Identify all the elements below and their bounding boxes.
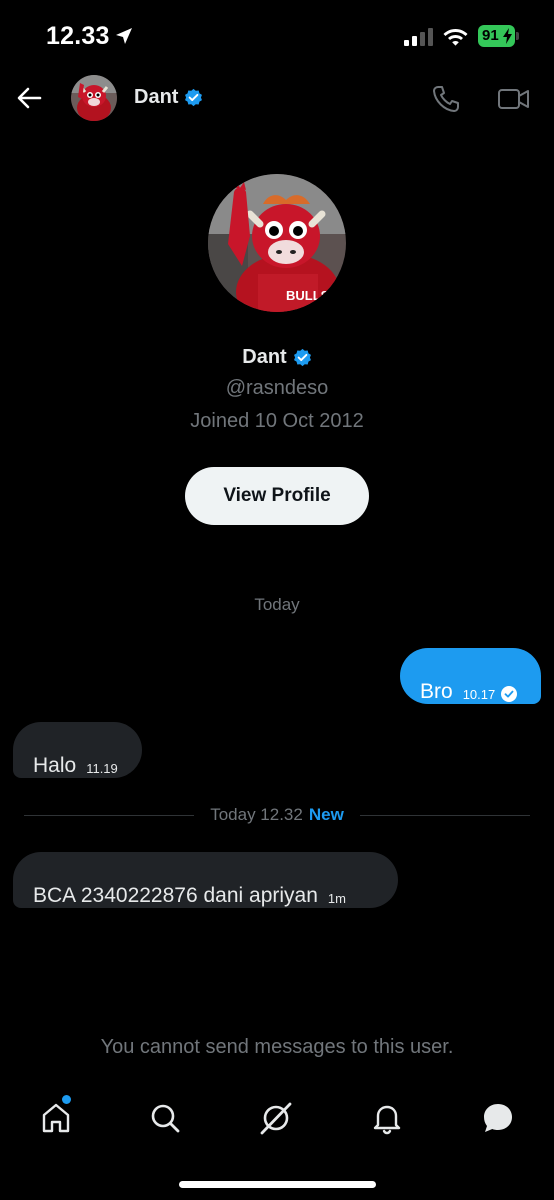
divider-timestamp: Today 12.32 [210, 805, 303, 824]
cellular-signal-icon [404, 28, 433, 46]
location-arrow-icon [116, 28, 132, 44]
grok-icon[interactable] [258, 1100, 294, 1136]
header-title[interactable]: Dant [134, 86, 203, 109]
new-badge: New [308, 805, 344, 824]
divider-line [24, 814, 195, 816]
message-text: BCA 2340222876 dani apriyan [33, 884, 318, 907]
mascot-avatar-image [71, 75, 117, 121]
notifications-bell-icon[interactable] [369, 1100, 405, 1136]
phone-icon[interactable] [431, 84, 461, 114]
video-camera-icon[interactable] [497, 85, 531, 113]
dm-conversation-screen: 12.33 91 Dant BULLS Dant @rasndeso Joine… [0, 0, 554, 1200]
message-bubble-incoming[interactable]: Halo 11.19 [13, 722, 142, 778]
profile-name: Dant [242, 346, 287, 368]
view-profile-button[interactable]: View Profile [185, 467, 369, 525]
status-bar: 12.33 91 [0, 0, 554, 72]
status-time: 12.33 [46, 22, 110, 50]
profile-name-row: Dant [0, 346, 554, 369]
profile-avatar[interactable]: BULLS [208, 174, 346, 312]
home-indicator[interactable] [179, 1181, 376, 1188]
messages-icon[interactable] [480, 1100, 516, 1136]
message-bubble-incoming[interactable]: BCA 2340222876 dani apriyan 1m [13, 852, 398, 908]
wifi-icon [443, 29, 468, 46]
profile-card: BULLS Dant @rasndeso Joined 10 Oct 2012 … [0, 174, 554, 525]
conversation-header: Dant [0, 72, 554, 126]
home-notification-dot [62, 1095, 71, 1104]
verified-badge-icon [293, 348, 311, 367]
divider-line [359, 814, 531, 816]
bottom-navigation [0, 1088, 554, 1148]
svg-text:BULLS: BULLS [286, 288, 330, 303]
home-icon[interactable] [38, 1100, 74, 1136]
message-time: 11.19 [86, 761, 118, 776]
message-bubble-outgoing[interactable]: Bro 10.17 [400, 648, 541, 704]
new-messages-divider: Today 12.32 New [24, 804, 531, 826]
day-separator: Today [254, 595, 300, 614]
back-arrow-icon[interactable] [16, 85, 42, 111]
verified-badge-icon [185, 88, 203, 107]
profile-handle: @rasndeso [225, 377, 329, 399]
battery-level: 91 [482, 27, 499, 44]
header-name: Dant [134, 86, 179, 108]
header-avatar[interactable] [71, 75, 117, 121]
profile-joined-date: Joined 10 Oct 2012 [190, 410, 364, 432]
battery-charging-icon [503, 28, 512, 44]
message-text: Halo [33, 754, 77, 777]
mascot-profile-image: BULLS [208, 174, 346, 312]
message-text: Bro [420, 680, 453, 703]
read-receipt-check-icon [501, 686, 518, 702]
divider-label: Today 12.32 New [194, 805, 360, 825]
message-time: 10.17 [462, 687, 496, 702]
cannot-send-notice: You cannot send messages to this user. [100, 1036, 454, 1058]
battery-cap [516, 32, 519, 40]
battery-indicator: 91 [478, 25, 515, 47]
search-icon[interactable] [147, 1100, 183, 1136]
message-time: 1m [327, 891, 346, 906]
